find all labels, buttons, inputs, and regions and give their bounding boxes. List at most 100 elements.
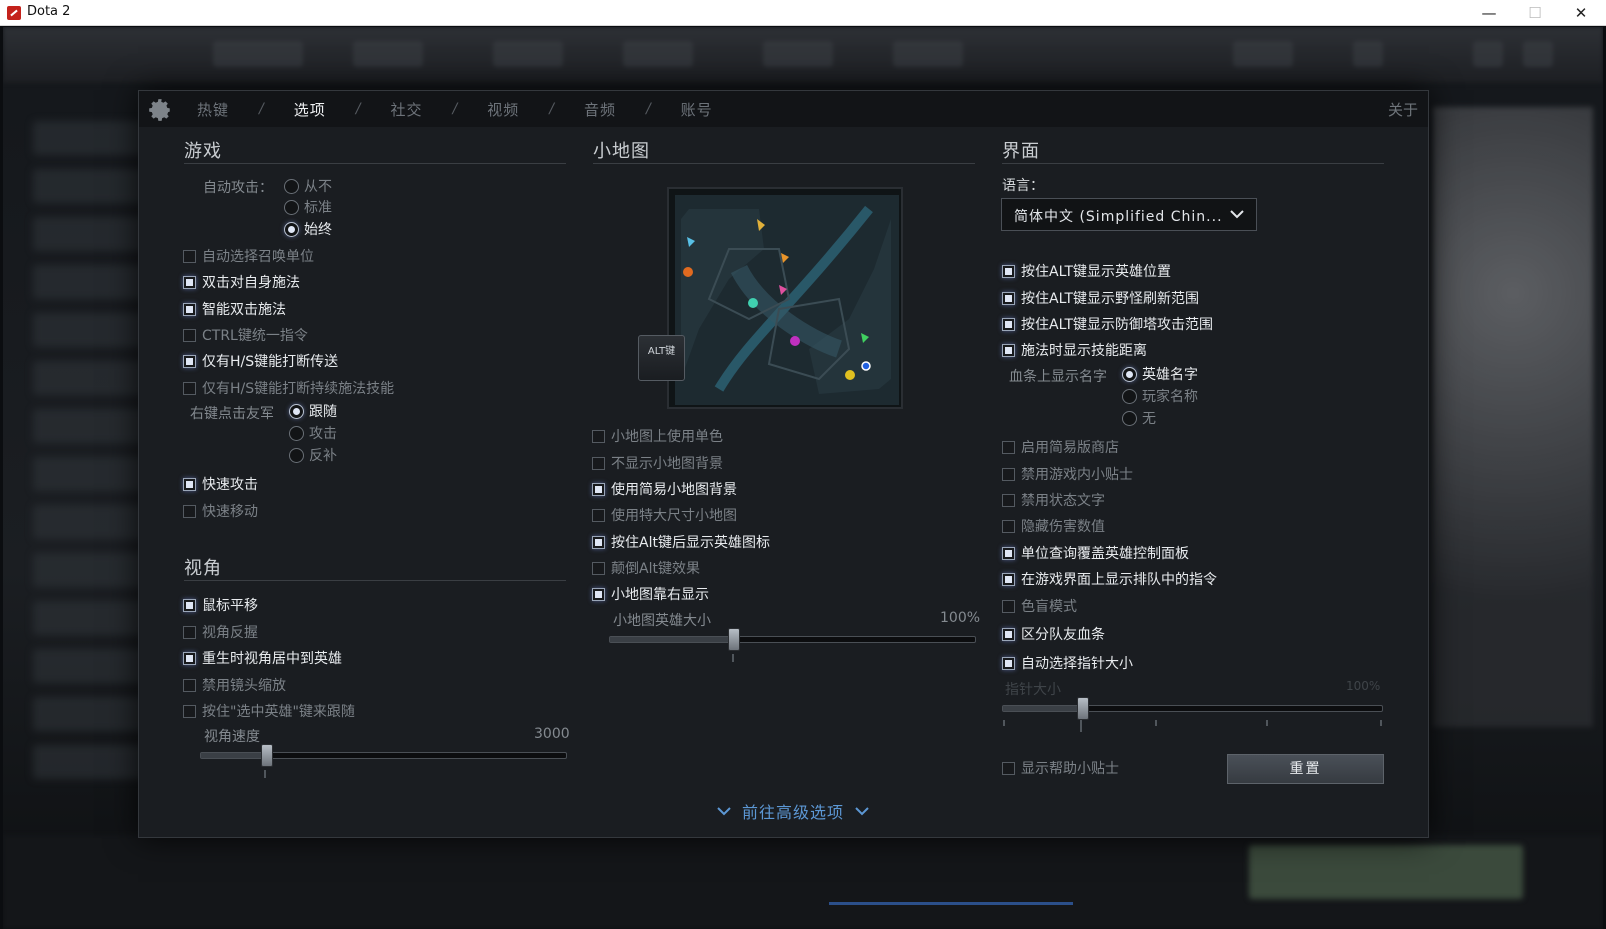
unit-query-override-checkbox[interactable]: 单位查询覆盖英雄控制面板	[1002, 544, 1189, 562]
auto-attack-never-radio[interactable]: 从不	[284, 177, 332, 195]
checkbox	[183, 678, 196, 692]
radio-indicator	[284, 221, 299, 237]
game-section-title: 游戏	[184, 141, 222, 162]
tab-social[interactable]: 社交	[390, 99, 422, 120]
slider-thumb[interactable]	[728, 628, 740, 651]
checkbox	[183, 477, 196, 491]
alt-show-tower-range-checkbox[interactable]: 按住ALT键显示防御塔攻击范围	[1002, 315, 1213, 333]
camera-section-divider	[184, 580, 566, 581]
checkbox	[1002, 467, 1015, 481]
auto-attack-label: 自动攻击：	[203, 180, 273, 196]
tab-account[interactable]: 账号	[681, 99, 713, 120]
auto-attack-always-radio[interactable]: 始终	[284, 220, 332, 238]
extra-large-minimap-checkbox[interactable]: 使用特大尺寸小地图	[592, 506, 737, 524]
minimap-hero-size-slider[interactable]	[609, 628, 976, 651]
minimap-section-divider	[593, 163, 975, 164]
checkbox	[1002, 317, 1015, 331]
cursor-size-value: 100%	[1346, 679, 1381, 693]
cursor-size-slider[interactable]	[1002, 697, 1383, 720]
maximize-button[interactable]: ☐	[1512, 0, 1558, 26]
alt-show-neutral-spawn-checkbox[interactable]: 按住ALT键显示野怪刷新范围	[1002, 289, 1199, 307]
auto-select-summons-checkbox[interactable]: 自动选择召唤单位	[183, 247, 314, 265]
interface-section-title: 界面	[1002, 141, 1040, 162]
healthbar-none-radio[interactable]: 无	[1122, 409, 1156, 427]
minimap-right-side-checkbox[interactable]: 小地图靠右显示	[592, 585, 709, 603]
tab-hotkeys[interactable]: 热键	[197, 99, 229, 120]
checkbox	[183, 381, 196, 395]
hide-damage-numbers-checkbox[interactable]: 隐藏伤害数值	[1002, 517, 1105, 535]
show-cast-range-checkbox[interactable]: 施法时显示技能距离	[1002, 341, 1147, 359]
window-titlebar: Dota 2 — ☐ ✕	[0, 0, 1606, 26]
checkbox	[183, 328, 196, 342]
reset-button[interactable]: 重置	[1227, 754, 1384, 784]
mouse-pan-checkbox[interactable]: 鼠标平移	[183, 596, 258, 614]
settings-tabs: 热键 / 选项 / 社交 / 视频 / 音频 / 账号	[197, 99, 713, 120]
center-on-respawn-checkbox[interactable]: 重生时视角居中到英雄	[183, 649, 342, 667]
slider-fill	[610, 637, 734, 642]
camera-speed-slider[interactable]	[200, 744, 567, 767]
right-click-ally-label: 右键点击友军	[190, 406, 274, 422]
alt-show-hero-icons-checkbox[interactable]: 按住Alt键后显示英雄图标	[592, 533, 770, 551]
checkbox	[592, 482, 605, 496]
checkbox	[1002, 343, 1015, 357]
dota-app-icon	[7, 6, 21, 20]
hs-interrupt-teleport-checkbox[interactable]: 仅有H/S键能打断传送	[183, 352, 338, 370]
checkbox	[592, 429, 605, 443]
hide-minimap-background-checkbox[interactable]: 不显示小地图背景	[592, 454, 723, 472]
checkbox	[592, 535, 605, 549]
right-click-follow-radio[interactable]: 跟随	[289, 402, 337, 420]
checkbox	[1002, 519, 1015, 533]
auto-attack-standard-radio[interactable]: 标准	[284, 198, 332, 216]
language-selected-value: 简体中文 (Simplified Chin...	[1014, 209, 1223, 225]
slider-tick	[1080, 720, 1082, 732]
show-help-tips-checkbox[interactable]: 显示帮助小贴士	[1002, 759, 1119, 777]
show-queued-orders-checkbox[interactable]: 在游戏界面上显示排队中的指令	[1002, 570, 1217, 588]
close-button[interactable]: ✕	[1558, 0, 1604, 26]
minimize-button[interactable]: —	[1466, 0, 1512, 26]
quick-move-checkbox[interactable]: 快速移动	[183, 502, 258, 520]
double-tap-self-cast-checkbox[interactable]: 双击对自身施法	[183, 273, 300, 291]
interface-section-divider	[1002, 163, 1384, 164]
tab-video[interactable]: 视频	[487, 99, 519, 120]
right-click-deny-radio[interactable]: 反补	[289, 446, 337, 464]
disable-status-text-checkbox[interactable]: 禁用状态文字	[1002, 491, 1105, 509]
hs-interrupt-channel-checkbox[interactable]: 仅有H/S键能打断持续施法技能	[183, 379, 394, 397]
simple-shop-checkbox[interactable]: 启用简易版商店	[1002, 438, 1119, 456]
play-dota-button	[1249, 845, 1523, 899]
simple-minimap-background-checkbox[interactable]: 使用简易小地图背景	[592, 480, 737, 498]
slider-thumb[interactable]	[1077, 697, 1089, 720]
smart-double-tap-checkbox[interactable]: 智能双击施法	[183, 300, 286, 318]
healthbar-hero-name-radio[interactable]: 英雄名字	[1122, 365, 1198, 383]
quick-attack-checkbox[interactable]: 快速攻击	[183, 475, 258, 493]
minimap-preview	[667, 187, 903, 409]
checkbox	[1002, 440, 1015, 454]
alt-show-hero-positions-checkbox[interactable]: 按住ALT键显示英雄位置	[1002, 262, 1171, 280]
radio-indicator	[1122, 388, 1137, 404]
minimap-monochrome-checkbox[interactable]: 小地图上使用单色	[592, 427, 723, 445]
invert-camera-checkbox[interactable]: 视角反握	[183, 623, 258, 641]
language-dropdown[interactable]: 简体中文 (Simplified Chin...	[1001, 198, 1257, 231]
ctrl-unified-orders-checkbox[interactable]: CTRL键统一指令	[183, 326, 308, 344]
colorblind-mode-checkbox[interactable]: 色盲模式	[1002, 597, 1077, 615]
disable-ingame-tips-checkbox[interactable]: 禁用游戏内小贴士	[1002, 465, 1133, 483]
right-click-attack-radio[interactable]: 攻击	[289, 424, 337, 442]
tab-options[interactable]: 选项	[294, 99, 326, 120]
tab-audio[interactable]: 音频	[584, 99, 616, 120]
dashboard-left-column	[33, 107, 153, 887]
radio-indicator	[1122, 410, 1137, 426]
invert-alt-effect-checkbox[interactable]: 颠倒Alt键效果	[592, 559, 700, 577]
checkbox	[183, 598, 196, 612]
camera-section-title: 视角	[184, 558, 222, 579]
about-link[interactable]: 关于	[1388, 99, 1418, 120]
healthbar-player-name-radio[interactable]: 玩家名称	[1122, 387, 1198, 405]
hold-select-hero-follow-checkbox[interactable]: 按住"选中英雄"键来跟随	[183, 702, 355, 720]
dashboard-progress-line	[829, 902, 1073, 905]
advanced-options-link[interactable]: 前往高级选项	[706, 800, 880, 822]
auto-cursor-size-checkbox[interactable]: 自动选择指针大小	[1002, 654, 1133, 672]
disable-zoom-checkbox[interactable]: 禁用镜头缩放	[183, 676, 286, 694]
alt-key-icon: ALT键	[638, 335, 685, 381]
minimap-section-title: 小地图	[593, 141, 650, 162]
distinguish-ally-healthbars-checkbox[interactable]: 区分队友血条	[1002, 625, 1105, 643]
gear-icon	[147, 97, 171, 121]
slider-thumb[interactable]	[261, 744, 273, 767]
